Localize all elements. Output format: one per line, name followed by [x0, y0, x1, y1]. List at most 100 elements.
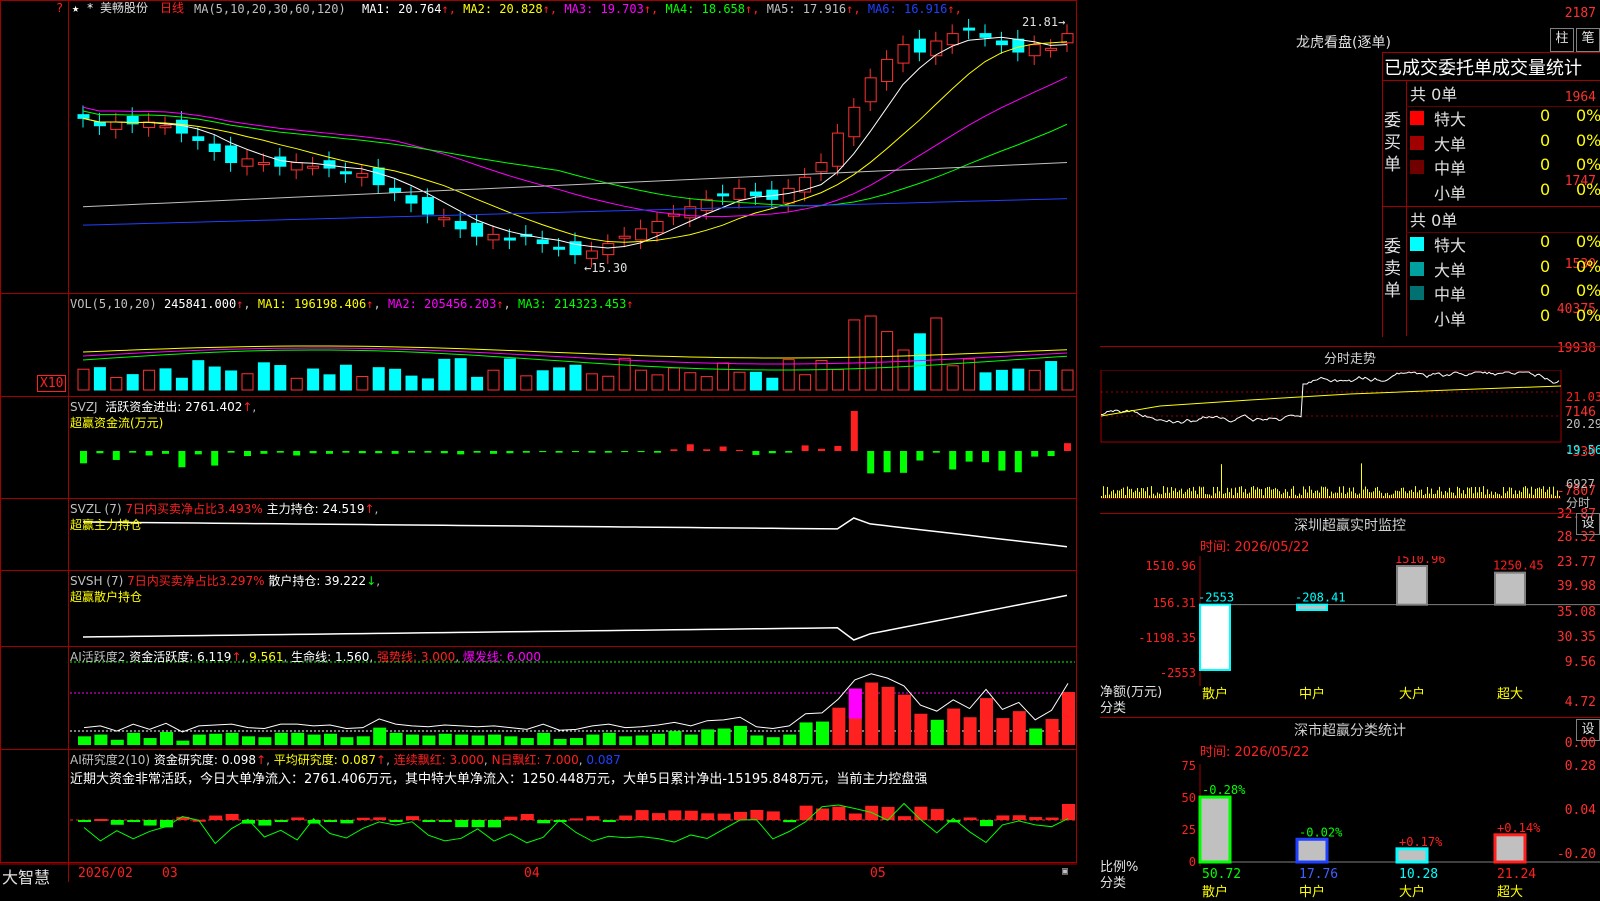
ai1-bar-23	[455, 734, 469, 745]
ma-items: MA1: 20.764↑, MA2: 20.828↑, MA3: 19.703↑…	[362, 2, 962, 16]
svzj-bar-50	[900, 451, 907, 473]
intraday-vol-167	[1435, 493, 1436, 498]
classify-ytick-0: 75	[1182, 759, 1196, 773]
intraday-vol-114	[1329, 495, 1330, 498]
lock-icon[interactable]: ▣	[1062, 866, 1068, 877]
svzj-bar-2	[112, 451, 120, 460]
candle-body-25	[487, 233, 500, 241]
ai2-name: AI研究度2(10)	[70, 753, 151, 767]
monitor-bar-0	[1199, 603, 1231, 671]
intraday-vol-86	[1273, 489, 1274, 498]
vol-bar-11	[257, 362, 270, 391]
intraday-frame	[1100, 370, 1562, 443]
classify-settings-button[interactable]: 设	[1576, 719, 1600, 741]
intraday-vol-198	[1497, 493, 1498, 498]
ai2-bar-33	[619, 815, 633, 820]
vol-bar-32	[602, 375, 615, 391]
intraday-vol-172	[1445, 490, 1446, 498]
ai2-a: 资金研究度: 0.098	[153, 753, 257, 767]
candle-9	[225, 136, 238, 172]
candle-body-57	[1012, 38, 1025, 53]
ai1-bar-53	[947, 708, 961, 745]
ai2-bar-11	[258, 820, 272, 826]
row-count: 0	[1540, 179, 1551, 199]
row-percent: 0%	[1576, 106, 1600, 125]
ai1-bar-33	[619, 736, 633, 745]
candle-16	[339, 162, 352, 183]
intraday-vol-37	[1175, 488, 1176, 498]
svzj-bar-30	[572, 451, 579, 453]
stroke-toggle-button[interactable]: 笔	[1576, 28, 1600, 52]
intraday-vol-40	[1181, 488, 1182, 498]
svzj-bar-20	[408, 451, 415, 453]
intraday-vol-121	[1343, 486, 1344, 498]
svzj-bar-6	[178, 451, 186, 468]
intraday-vol-38	[1177, 492, 1178, 498]
vol-bar-30	[569, 364, 582, 391]
intraday-vol-207	[1515, 490, 1516, 498]
brand-logo: 大智慧	[2, 868, 51, 887]
svzj-bar-1	[96, 451, 104, 454]
row-count: 0	[1540, 305, 1551, 325]
svzj-bar-42	[768, 451, 776, 454]
candle-body-22	[438, 217, 451, 221]
ma-item-5: MA5: 17.916	[766, 2, 847, 16]
intraday-vol-52	[1205, 494, 1206, 498]
ai2-bar-46	[832, 806, 846, 820]
monitor-settings-button[interactable]: 设	[1576, 513, 1600, 535]
intraday-vol-216	[1533, 494, 1534, 498]
svsh-sub: 超赢散户持仓	[70, 590, 143, 604]
vol-bar-20	[405, 375, 418, 391]
ai1-bar-36	[668, 731, 682, 745]
row-percent: 0%	[1576, 305, 1600, 325]
ai1-bar-12	[274, 732, 288, 745]
candle-body-49	[881, 58, 894, 83]
bar-toggle-button[interactable]: 柱	[1550, 28, 1574, 52]
ai1-bar-27	[520, 738, 534, 745]
buy-rows-row-1: 大单 0 0%	[1410, 131, 1600, 155]
candle-25	[487, 225, 500, 250]
candle-body-14	[307, 165, 320, 169]
intraday-vol-187	[1475, 486, 1476, 498]
candle-4	[143, 112, 156, 137]
svzj-bar-10	[244, 451, 251, 457]
svzj-bar-46	[834, 445, 842, 451]
svsh-label: 散户持仓: 39.222	[268, 574, 367, 588]
classify-change-2: +0.17%	[1399, 835, 1443, 849]
classify-chart-svg: 75 50 25 0 -0.28% 50.72 散户 -0.02% 17.76 中户 +0.17% 1…	[1182, 759, 1600, 900]
intraday-vol-116	[1333, 493, 1334, 498]
menu-icon[interactable]: ?	[56, 0, 63, 16]
date-label-apr: 04	[524, 866, 540, 881]
intraday-vol-162	[1425, 493, 1426, 498]
intraday-vol-22	[1145, 491, 1146, 498]
intraday-vol-229	[1559, 495, 1560, 498]
star-icon[interactable]: ★ *	[72, 0, 94, 16]
sell-total: 共 0单	[1410, 211, 1458, 230]
ai1-bar-34	[635, 735, 649, 745]
intraday-vol-196	[1493, 494, 1494, 498]
ai1-bar-28	[537, 732, 551, 745]
row-label: 中单	[1434, 285, 1467, 304]
candle-body-33	[618, 235, 631, 239]
period-label[interactable]: 日线	[160, 0, 184, 16]
ma-params: MA(5,10,20,30,60,120)	[194, 2, 346, 16]
intraday-vol-153	[1407, 493, 1408, 498]
intraday-vol-51	[1203, 486, 1204, 498]
vol-bar-2	[110, 376, 123, 391]
intraday-vol-171	[1443, 494, 1444, 498]
intraday-vol-219	[1539, 487, 1540, 498]
intraday-vol-224	[1549, 486, 1550, 498]
candle-body-7	[192, 136, 205, 141]
intraday-vol-81	[1263, 495, 1264, 498]
intraday-vol-181	[1463, 490, 1464, 498]
classify-category-1: 中户	[1299, 884, 1325, 900]
candle-body-10	[241, 158, 254, 167]
intraday-vol-124	[1349, 487, 1350, 498]
vol-bar-42	[766, 377, 779, 391]
intraday-vol-115	[1331, 491, 1332, 498]
vol-bar-0	[77, 368, 90, 391]
vol-bar-25	[487, 369, 500, 391]
intraday-vol-156	[1413, 491, 1414, 498]
svzj-bar-21	[424, 451, 432, 453]
intraday-vol-168	[1437, 490, 1438, 498]
